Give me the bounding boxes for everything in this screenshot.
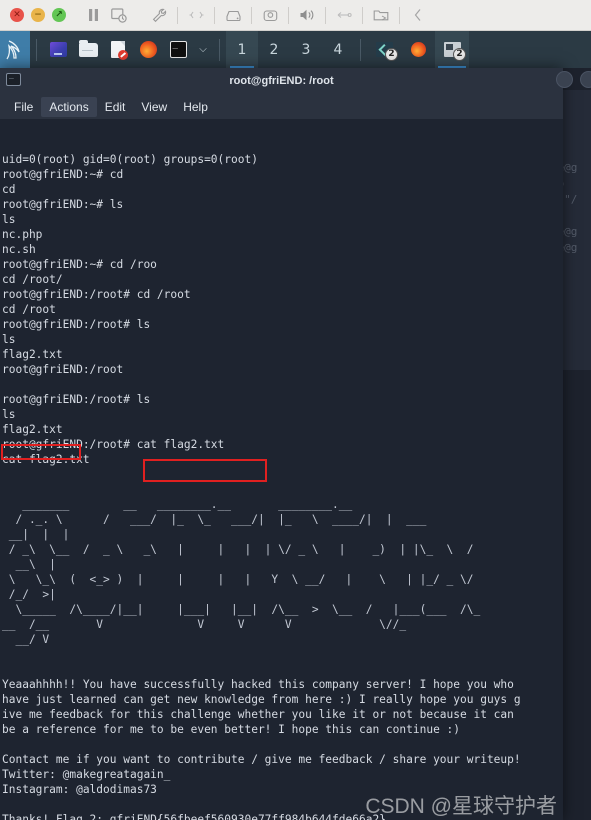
menu-edit[interactable]: Edit: [97, 97, 134, 117]
terminal-icon: [169, 40, 187, 58]
shared-folder-icon[interactable]: [368, 2, 394, 28]
fullscreen-vm-button[interactable]: ↗: [52, 8, 66, 22]
window-title: root@gfriEND: /root: [229, 75, 334, 87]
divider: [362, 6, 363, 24]
taskbar-app-gimp[interactable]: [43, 31, 73, 68]
taskbar: ⌵ 1 2 3 4 2 2: [0, 31, 591, 68]
document-icon: [111, 41, 128, 60]
folder-icon: [78, 39, 98, 57]
menu-view[interactable]: View: [133, 97, 175, 117]
taskbar-app-text-editor[interactable]: [103, 31, 133, 68]
minimize-button[interactable]: [556, 71, 573, 88]
window-count-badge: 2: [385, 48, 398, 61]
divider: [399, 6, 400, 24]
network-icon[interactable]: [183, 2, 209, 28]
vm-toolbar: ✕ − ↗: [0, 0, 591, 31]
taskbar-window-terminal[interactable]: 2: [435, 31, 469, 68]
chevron-down-icon[interactable]: ⌵: [193, 31, 213, 68]
workspace-3[interactable]: 3: [290, 31, 322, 68]
window-terminal-icon: [6, 70, 21, 86]
window-titlebar[interactable]: root@gfriEND: /root ✕: [0, 68, 591, 94]
maximize-button[interactable]: [580, 71, 591, 88]
divider: [214, 6, 215, 24]
camera-icon[interactable]: [257, 2, 283, 28]
kali-menu-button[interactable]: [0, 31, 30, 68]
menu-actions[interactable]: Actions: [41, 96, 97, 117]
watermark: CSDN @星球守护者: [365, 795, 557, 818]
workspace-4[interactable]: 4: [322, 31, 354, 68]
pause-icon[interactable]: [80, 2, 106, 28]
gimp-icon: [49, 42, 67, 57]
divider: [360, 38, 361, 61]
menubar: File Actions Edit View Help: [0, 94, 563, 119]
divider: [251, 6, 252, 24]
menu-help[interactable]: Help: [175, 97, 216, 117]
taskbar-app-files[interactable]: [73, 31, 103, 68]
divider: [288, 6, 289, 24]
workspace-2[interactable]: 2: [258, 31, 290, 68]
window-buttons: ✕: [556, 71, 591, 88]
workspace-1[interactable]: 1: [226, 31, 258, 68]
vm-window-controls: ✕ − ↗: [0, 8, 66, 22]
divider: [177, 6, 178, 24]
minimize-vm-button[interactable]: −: [31, 8, 45, 22]
terminal-ascii-art: _______ __ ________.__ ________.__ / ._.…: [2, 498, 481, 646]
taskbar-app-terminal[interactable]: [163, 31, 193, 68]
harddisk-icon[interactable]: [220, 2, 246, 28]
snapshot-icon[interactable]: [106, 2, 132, 28]
divider: [36, 38, 37, 61]
close-vm-button[interactable]: ✕: [10, 8, 24, 22]
taskbar-window-firefox[interactable]: [401, 31, 435, 68]
sound-icon[interactable]: [294, 2, 320, 28]
window-count-badge: 2: [453, 48, 466, 61]
firefox-icon: [139, 41, 157, 58]
menu-file[interactable]: File: [6, 97, 41, 117]
terminal-output[interactable]: uid=0(root) gid=0(root) groups=0(root) r…: [0, 119, 563, 820]
terminal-session-log: uid=0(root) gid=0(root) groups=0(root) r…: [2, 153, 258, 466]
divider: [325, 6, 326, 24]
usb-icon[interactable]: [331, 2, 357, 28]
divider: [219, 38, 220, 61]
collapse-icon[interactable]: [405, 2, 431, 28]
terminal-window: root@gfriEND: /root ✕ File Actions Edit …: [0, 68, 591, 820]
taskbar-app-firefox[interactable]: [133, 31, 163, 68]
firefox-window-icon: [410, 42, 426, 57]
taskbar-window-terminal-teal[interactable]: 2: [367, 31, 401, 68]
settings-wrench-icon[interactable]: [146, 2, 172, 28]
